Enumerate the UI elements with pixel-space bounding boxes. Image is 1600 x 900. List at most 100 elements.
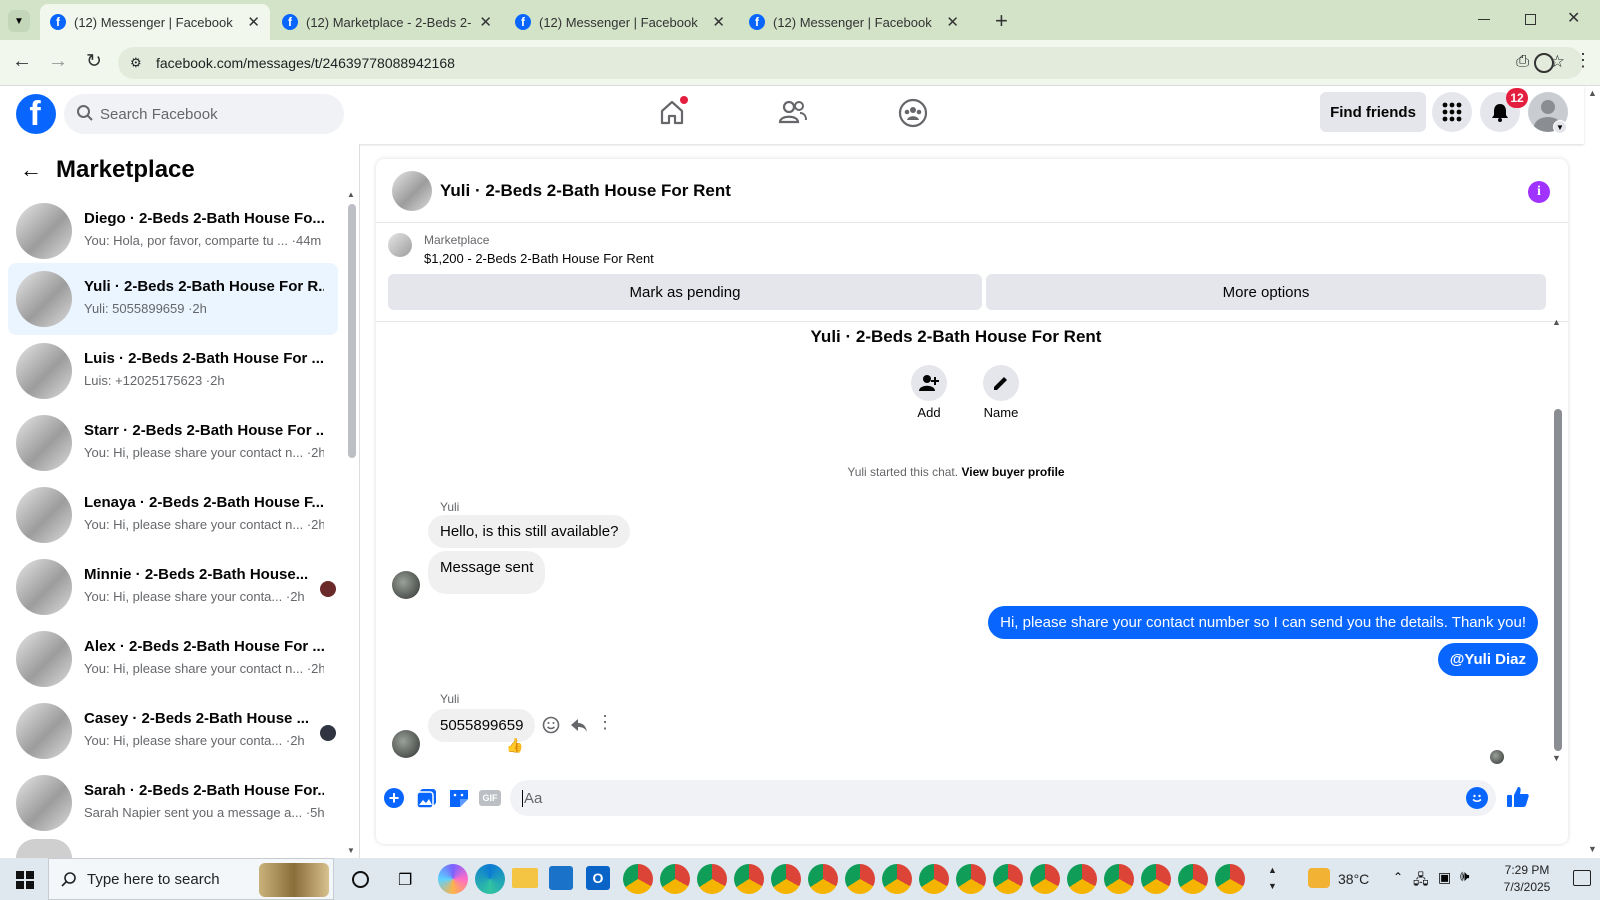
sender-avatar[interactable] [392,730,420,758]
weather-temperature[interactable]: 38°C [1338,871,1369,887]
start-windows-icon[interactable] [16,871,34,889]
chat-listing-avatar[interactable] [392,171,432,211]
taskbar-overflow-icon[interactable]: ▲ ▼ [1268,862,1277,894]
add-person-button[interactable] [911,365,947,401]
chrome-icon[interactable] [956,864,986,894]
chrome-icon[interactable] [919,864,949,894]
task-view-icon[interactable]: ❐ [398,870,412,890]
taskbar-search-box[interactable]: Type here to search [48,858,334,900]
minimize-icon[interactable] [1478,19,1490,20]
view-buyer-profile-link[interactable]: View buyer profile [961,465,1064,479]
gif-button[interactable]: GIF [479,790,501,806]
browser-tab[interactable]: f (12) Messenger | Facebook ✕ [739,4,969,40]
tab-close-icon[interactable]: ✕ [946,13,959,31]
chrome-icon[interactable] [808,864,838,894]
outgoing-mention-message[interactable]: @Yuli Diaz [1437,643,1538,676]
chrome-icon[interactable] [1215,864,1245,894]
copilot-icon[interactable] [438,864,468,894]
find-friends-button[interactable]: Find friends [1320,92,1426,132]
tab-close-icon[interactable]: ✕ [247,13,260,31]
chrome-icon[interactable] [882,864,912,894]
restore-icon[interactable] [1525,14,1536,25]
tab-close-icon[interactable]: ✕ [712,13,725,31]
conversation-item[interactable]: Lenaya · 2-Beds 2-Bath House F... You: H… [8,479,338,551]
reply-icon[interactable] [570,716,588,734]
file-explorer-icon[interactable] [512,868,538,888]
site-info-icon[interactable]: ⚙ [130,55,142,71]
thumbs-up-send-icon[interactable] [1506,785,1530,809]
conversation-item[interactable]: Alex · 2-Beds 2-Bath House For ... You: … [8,623,338,695]
conversation-item[interactable]: Starr · 2-Beds 2-Bath House For ... You:… [8,407,338,479]
reaction-thumbs-up[interactable]: 👍 [506,737,523,754]
listing-title[interactable]: $1,200 - 2-Beds 2-Bath House For Rent [424,251,654,266]
browser-menu-icon[interactable]: ⋮ [1574,50,1592,71]
chrome-icon[interactable] [1067,864,1097,894]
chrome-icon[interactable] [697,864,727,894]
more-actions-icon[interactable]: ⋮ [596,712,614,733]
clock[interactable]: 7:29 PM 7/3/2025 [1492,862,1562,896]
incoming-message[interactable]: Message sent [428,551,546,594]
panel-scrollbar[interactable] [348,204,356,458]
notification-center-icon[interactable] [1573,870,1591,886]
name-button[interactable] [983,365,1019,401]
account-chevron-icon[interactable]: ▼ [1553,120,1567,134]
more-options-button[interactable]: More options [986,274,1546,310]
groups-nav-icon[interactable] [898,98,928,128]
scroll-up-icon[interactable]: ▲ [347,190,355,199]
facebook-logo-icon[interactable]: f [16,94,56,134]
browser-tab[interactable]: f (12) Marketplace - 2-Beds 2-Ba ✕ [272,4,502,40]
volume-icon[interactable]: 🕪 [1460,868,1469,885]
conversation-item-partial[interactable] [16,839,72,858]
browser-tab-active[interactable]: f (12) Messenger | Facebook ✕ [40,4,270,40]
chrome-icon[interactable] [993,864,1023,894]
window-close-icon[interactable]: ✕ [1567,8,1580,28]
reload-icon[interactable]: ↻ [86,50,102,73]
menu-grid-icon[interactable] [1432,92,1472,132]
conversation-item[interactable]: Sarah · 2-Beds 2-Bath House For... Sarah… [8,767,338,839]
conversation-item[interactable]: Luis · 2-Beds 2-Bath House For ... Luis:… [8,335,338,407]
friends-nav-icon[interactable] [778,98,808,126]
meet-icon[interactable]: ▣ [1438,869,1451,886]
attach-photo-icon[interactable] [416,787,438,809]
info-icon[interactable]: i [1528,181,1550,203]
outgoing-message[interactable]: Hi, please share your contact number so … [988,606,1538,639]
back-arrow-icon[interactable]: ← [20,157,42,183]
message-input[interactable]: Aa [510,780,1496,816]
tab-close-icon[interactable]: ✕ [479,13,492,31]
store-icon[interactable] [549,866,573,890]
react-smiley-icon[interactable] [542,716,560,734]
emoji-icon[interactable] [1466,787,1488,809]
scroll-down-icon[interactable]: ▼ [1552,753,1561,763]
address-bar[interactable]: ⚙ facebook.com/messages/t/24639778088942… [118,47,1583,79]
conversation-item[interactable]: Casey · 2-Beds 2-Bath House ... You: Hi,… [8,695,338,767]
page-scroll-down-icon[interactable]: ▼ [1588,844,1597,854]
chrome-icon[interactable] [845,864,875,894]
tray-chevron-icon[interactable]: ⌃ [1393,870,1403,884]
chrome-icon[interactable] [1030,864,1060,894]
chrome-icon[interactable] [623,864,653,894]
mark-as-pending-button[interactable]: Mark as pending [388,274,982,310]
tab-search-chevron-icon[interactable]: ▼ [8,10,30,32]
network-icon[interactable]: 🖧 [1413,869,1429,893]
install-app-icon[interactable]: ⎙ [1516,53,1529,71]
chrome-icon[interactable] [1178,864,1208,894]
back-icon[interactable]: ← [12,50,32,73]
chat-scrollbar[interactable] [1554,409,1562,751]
scroll-up-icon[interactable]: ▲ [1552,317,1561,327]
weather-icon[interactable] [1308,868,1330,888]
new-tab-icon[interactable]: + [995,8,1008,34]
facebook-search-input[interactable]: Search Facebook [64,94,344,134]
chrome-icon[interactable] [771,864,801,894]
outlook-icon[interactable]: O [586,866,610,890]
home-nav-icon[interactable] [658,96,688,126]
chrome-icon[interactable] [660,864,690,894]
chrome-icon[interactable] [734,864,764,894]
sticker-icon[interactable] [448,787,470,809]
chrome-icon[interactable] [1141,864,1171,894]
profile-icon[interactable] [1534,53,1554,73]
scroll-down-icon[interactable]: ▼ [347,846,355,855]
chat-title[interactable]: Yuli · 2-Beds 2-Bath House For Rent [440,181,731,201]
more-composer-actions-icon[interactable]: + [384,788,404,808]
chrome-icon[interactable] [1104,864,1134,894]
conversation-item[interactable]: Minnie · 2-Beds 2-Bath House... You: Hi,… [8,551,338,623]
